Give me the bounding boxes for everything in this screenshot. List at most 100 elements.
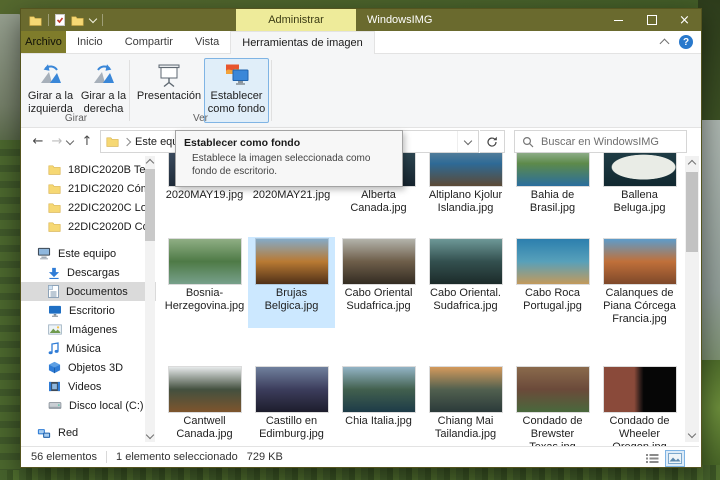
folder-icon[interactable] bbox=[29, 15, 42, 26]
file-item[interactable]: Chia Italia.jpg bbox=[335, 365, 422, 446]
sidebar-item[interactable]: Escritorio bbox=[21, 301, 156, 320]
sidebar-item[interactable]: Imágenes bbox=[21, 320, 156, 339]
file-label: Alberta Canada.jpg bbox=[350, 189, 407, 214]
sidebar-item[interactable]: Este equipo bbox=[21, 244, 156, 263]
sidebar-item[interactable]: Documentos bbox=[21, 282, 156, 301]
scroll-down-icon[interactable] bbox=[145, 430, 155, 440]
sidebar-item[interactable]: Red bbox=[21, 423, 156, 442]
sidebar-item-label: Descargas bbox=[67, 266, 120, 279]
scroll-up-icon[interactable] bbox=[145, 158, 155, 168]
desktop-background: Administrar WindowsIMG × Archivo Inicio C… bbox=[0, 0, 720, 480]
explorer-window: Administrar WindowsIMG × Archivo Inicio C… bbox=[20, 8, 702, 468]
file-thumbnail bbox=[254, 366, 329, 413]
scrollbar-thumb[interactable] bbox=[145, 169, 155, 241]
file-item[interactable]: Chiang Mai Tailandia.jpg bbox=[422, 365, 509, 446]
thumbnail-view-icon bbox=[668, 453, 682, 464]
sidebar-item-label: Videos bbox=[68, 380, 102, 393]
close-button[interactable]: × bbox=[668, 9, 701, 31]
file-label: Condado de Brewster Texas.jpg bbox=[522, 415, 583, 446]
properties-icon[interactable] bbox=[55, 14, 65, 26]
list-view-icon bbox=[645, 453, 659, 464]
title-bar[interactable]: Administrar WindowsIMG × bbox=[21, 9, 701, 31]
sidebar-item[interactable]: Música bbox=[21, 339, 156, 358]
file-item[interactable]: Calanques de Piana Córcega Francia.jpg bbox=[596, 237, 683, 328]
file-label: Cabo Roca Portugal.jpg bbox=[523, 287, 582, 312]
file-item[interactable]: Brujas Belgica.jpg bbox=[248, 237, 335, 328]
sidebar-item[interactable]: Descargas bbox=[21, 263, 156, 282]
search-input[interactable] bbox=[539, 134, 671, 149]
sidebar-item[interactable]: 22DIC2020D Cór bbox=[21, 217, 156, 236]
file-thumbnail bbox=[428, 366, 503, 413]
file-label: Ballena Beluga.jpg bbox=[613, 189, 666, 214]
objects-3d-icon bbox=[48, 361, 61, 374]
videos-icon bbox=[48, 381, 61, 392]
file-thumbnail bbox=[341, 366, 416, 413]
tab-herramientas-de-imagen[interactable]: Herramientas de imagen bbox=[230, 31, 375, 54]
file-item[interactable]: Ballena Beluga.jpg bbox=[596, 153, 683, 217]
sidebar-item[interactable]: Disco local (C:) bbox=[21, 396, 156, 415]
tab-compartir[interactable]: Compartir bbox=[114, 31, 184, 53]
collapse-ribbon-icon[interactable] bbox=[659, 38, 670, 49]
main-content: 18DIC2020B Te e 21DIC2020 Cóm 22DIC2020C L… bbox=[21, 153, 699, 446]
file-thumbnail bbox=[602, 366, 677, 413]
sidebar-item-label: Este equipo bbox=[58, 247, 117, 260]
file-item[interactable]: Cabo Oriental Sudafrica.jpg bbox=[335, 237, 422, 328]
sidebar-item-label: Documentos bbox=[66, 285, 128, 298]
refresh-button[interactable] bbox=[480, 130, 505, 153]
back-button[interactable]: ← bbox=[29, 134, 47, 149]
tab-archivo[interactable]: Archivo bbox=[21, 31, 66, 53]
ribbon-right-controls: ? bbox=[659, 31, 693, 53]
forward-button[interactable]: → bbox=[48, 134, 66, 149]
file-item[interactable]: Altiplano Kjolur Islandia.jpg bbox=[422, 153, 509, 217]
maximize-button[interactable] bbox=[635, 9, 668, 31]
scroll-down-icon[interactable] bbox=[687, 429, 697, 439]
file-item[interactable]: Cantwell Canada.jpg bbox=[161, 365, 248, 446]
music-icon bbox=[48, 342, 59, 355]
file-item[interactable]: Condado de Brewster Texas.jpg bbox=[509, 365, 596, 446]
up-button[interactable]: ↑ bbox=[78, 134, 96, 149]
thumbnail-view-button[interactable] bbox=[665, 450, 685, 467]
scrollbar-thumb[interactable] bbox=[686, 172, 698, 252]
ribbon-group-girar-label: Girar bbox=[64, 113, 88, 124]
file-label: Cantwell Canada.jpg bbox=[176, 415, 233, 440]
file-item[interactable]: Castillo en Edimburg.jpg bbox=[248, 365, 335, 446]
customize-toolbar-chevron-icon[interactable] bbox=[88, 14, 98, 24]
folder-icon bbox=[48, 221, 61, 232]
ribbon-group-ver-label: Ver bbox=[192, 113, 208, 124]
details-view-button[interactable] bbox=[642, 450, 662, 467]
sidebar-item[interactable]: Videos bbox=[21, 377, 156, 396]
recent-locations-chevron-icon[interactable] bbox=[65, 136, 75, 145]
address-dropdown-button[interactable] bbox=[457, 131, 478, 152]
file-thumbnail bbox=[515, 153, 590, 187]
file-item[interactable]: Cabo Oriental. Sudafrica.jpg bbox=[422, 237, 509, 328]
ribbon-tabs: Inicio Compartir Vista bbox=[66, 31, 230, 53]
minimize-button[interactable] bbox=[602, 9, 635, 31]
tab-vista[interactable]: Vista bbox=[184, 31, 230, 53]
file-thumbnail bbox=[515, 238, 590, 285]
search-box[interactable] bbox=[514, 130, 687, 153]
file-item[interactable]: Bosnia-Herzegovina.jpg bbox=[161, 237, 248, 328]
tooltip: Establecer como fondo Establece la image… bbox=[175, 130, 403, 187]
desktop-icon bbox=[48, 305, 62, 317]
file-item[interactable]: Cabo Roca Portugal.jpg bbox=[509, 237, 596, 328]
drive-icon bbox=[48, 400, 62, 411]
new-folder-icon[interactable] bbox=[71, 15, 84, 26]
file-item[interactable]: Condado de Wheeler Oregon.jpg bbox=[596, 365, 683, 446]
file-list-scrollbar[interactable] bbox=[685, 156, 699, 442]
file-row: Bosnia-Herzegovina.jpg Brujas Belgica.jpg… bbox=[161, 237, 683, 328]
sidebar-item[interactable]: 18DIC2020B Te e bbox=[21, 160, 156, 179]
sidebar-item[interactable]: Objetos 3D bbox=[21, 358, 156, 377]
pictures-icon bbox=[48, 324, 62, 335]
file-label: Cabo Oriental Sudafrica.jpg bbox=[344, 287, 413, 312]
scroll-up-icon[interactable] bbox=[687, 159, 697, 169]
tab-inicio[interactable]: Inicio bbox=[66, 31, 114, 53]
contextual-tab-administrar[interactable]: Administrar bbox=[236, 9, 356, 31]
file-item[interactable]: Bahia de Brasil.jpg bbox=[509, 153, 596, 217]
sidebar-item[interactable]: 22DIC2020C Los bbox=[21, 198, 156, 217]
file-label: 2020MAY21.jpg bbox=[252, 189, 331, 201]
sidebar-item[interactable]: 21DIC2020 Cóm bbox=[21, 179, 156, 198]
help-icon[interactable]: ? bbox=[679, 35, 693, 49]
file-label: 2020MAY19.jpg bbox=[165, 189, 244, 201]
breadcrumb-path[interactable]: Este equi bbox=[135, 136, 181, 148]
sidebar-scrollbar[interactable] bbox=[145, 156, 155, 442]
